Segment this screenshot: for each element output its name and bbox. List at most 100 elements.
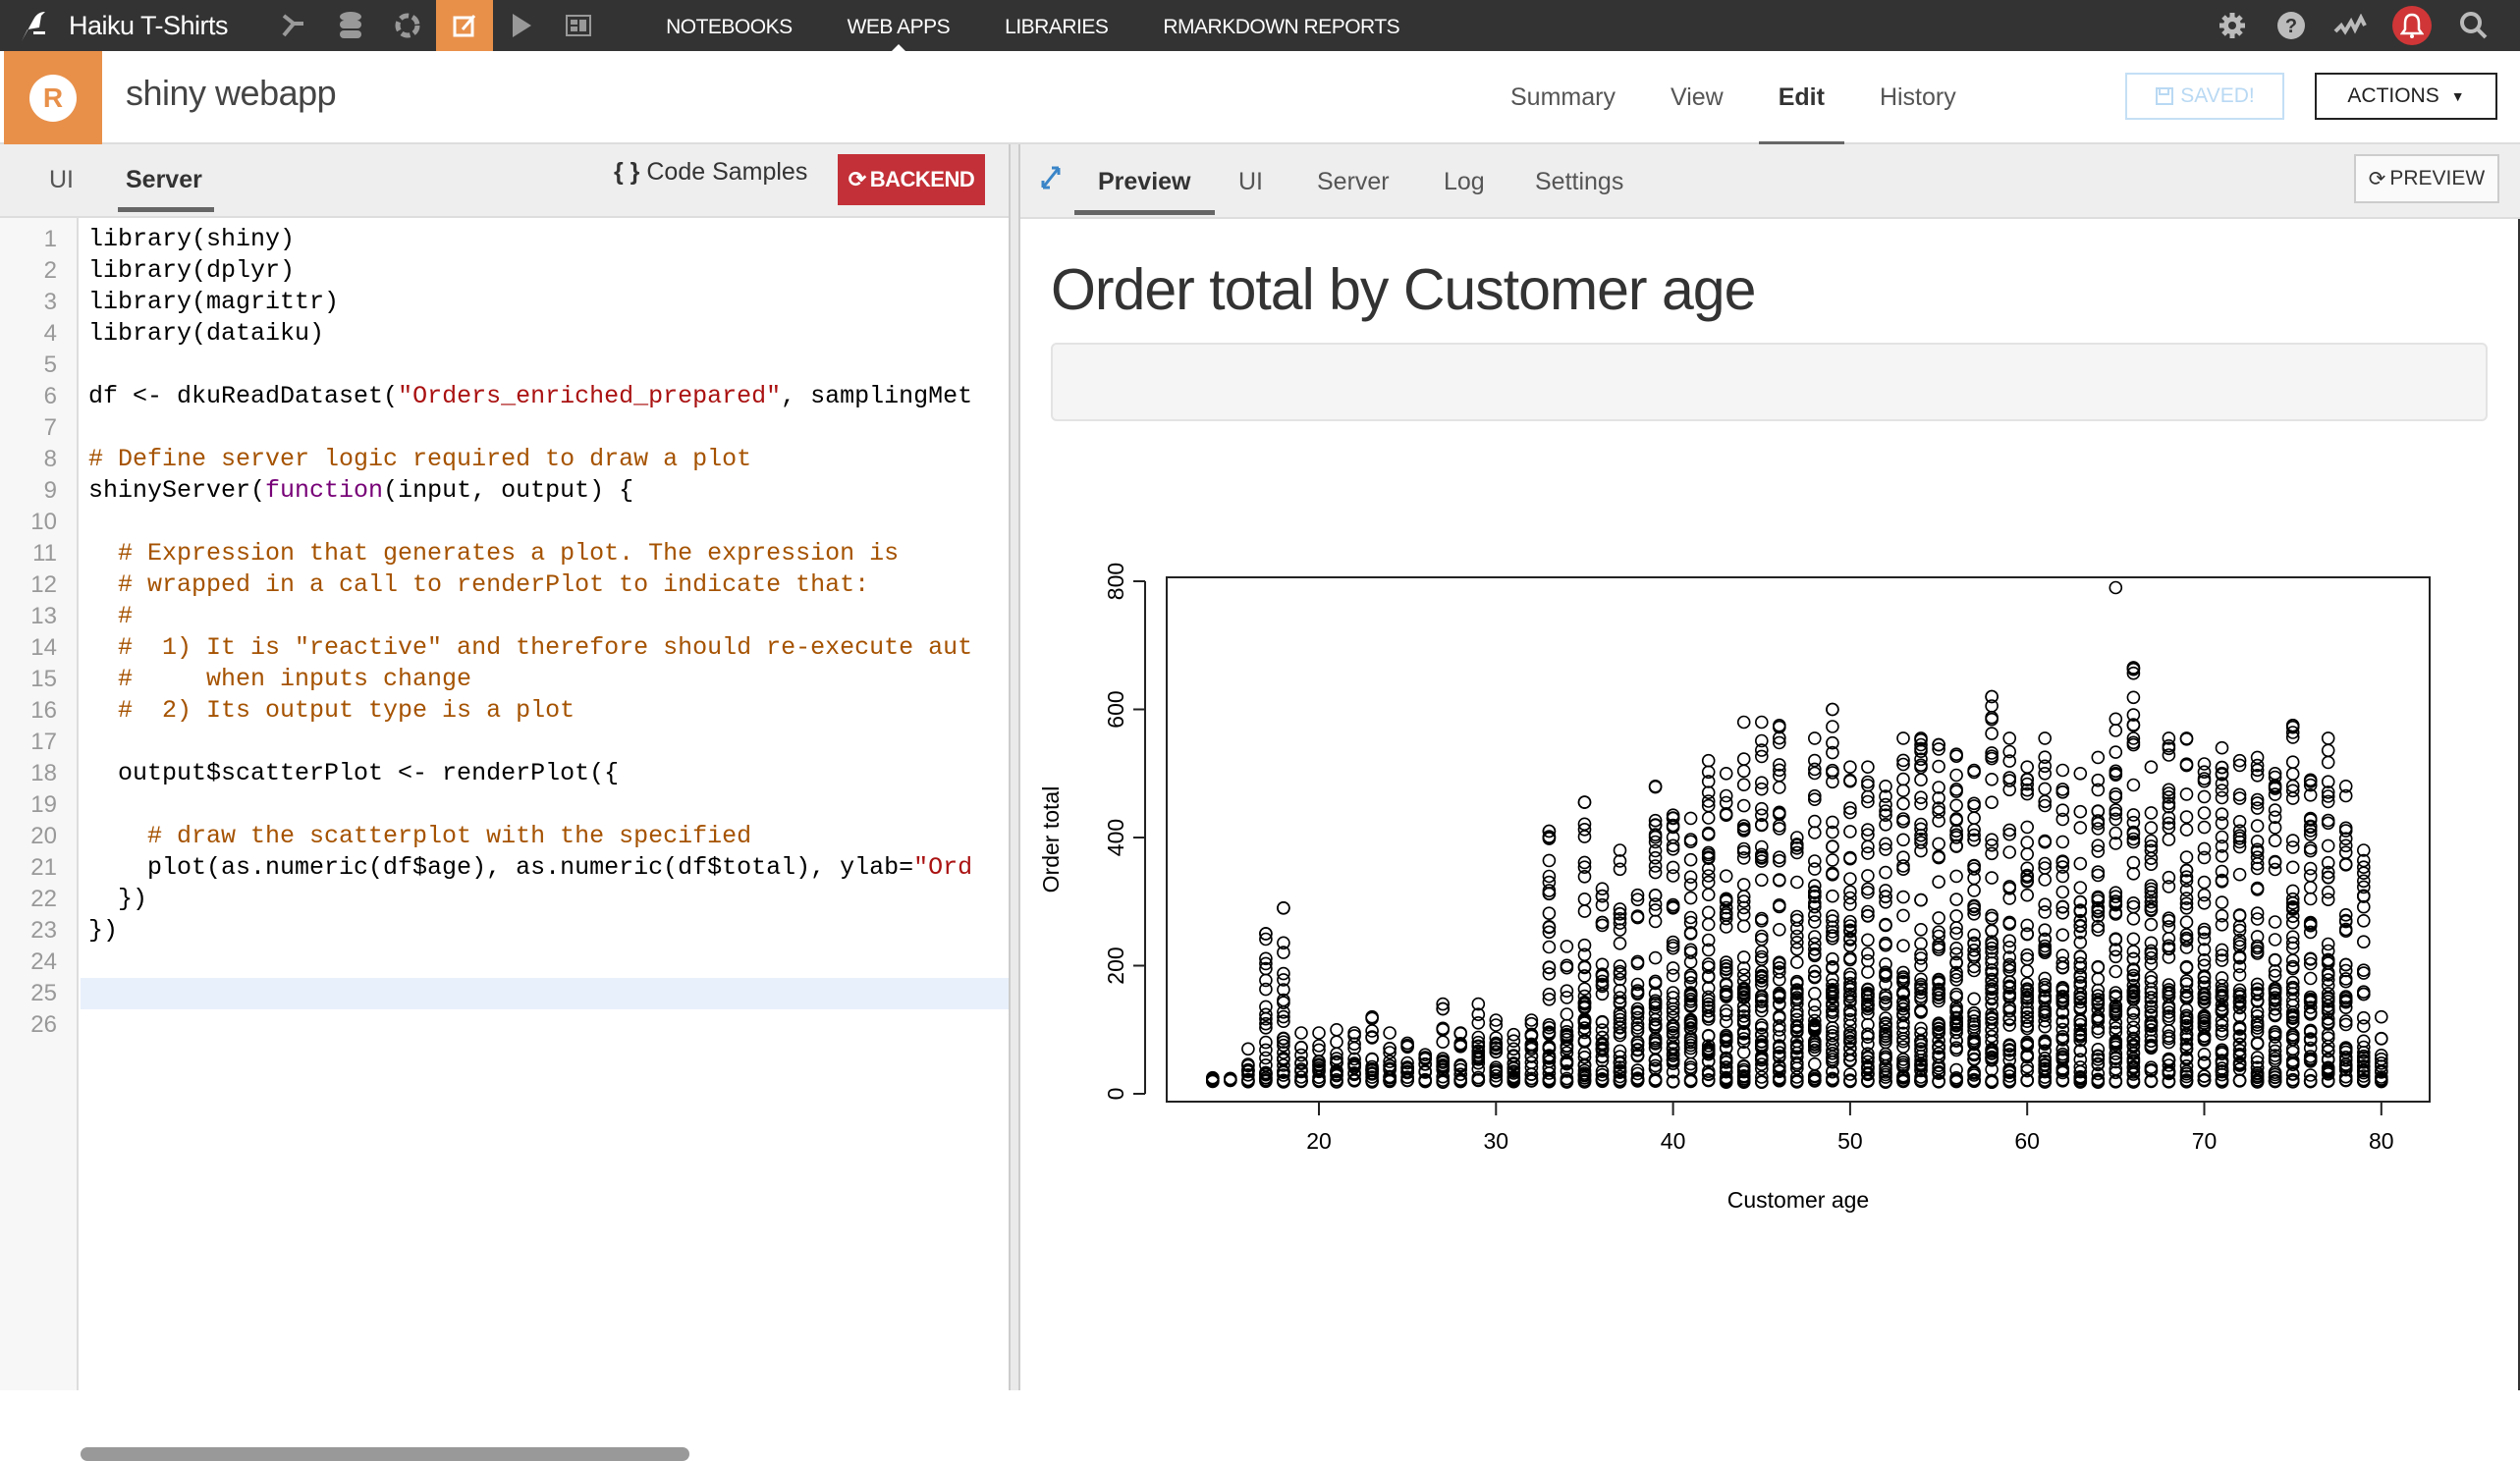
code-line[interactable]: 13 # — [0, 601, 1009, 632]
tab-edit[interactable]: Edit — [1751, 51, 1852, 146]
x-tick-label: 60 — [2014, 1128, 2040, 1154]
data-point — [2109, 745, 2123, 759]
code-line[interactable]: 5 — [0, 350, 1009, 381]
code-line[interactable]: 17 — [0, 727, 1009, 758]
tab-view[interactable]: View — [1643, 51, 1751, 144]
bell-icon[interactable] — [2392, 6, 2432, 45]
data-point — [2020, 836, 2034, 849]
line-number: 8 — [43, 446, 57, 472]
data-point — [2055, 835, 2070, 849]
data-point — [1967, 1006, 1981, 1020]
data-point — [1826, 720, 1839, 733]
code-line[interactable]: 24 — [0, 947, 1009, 978]
code-line[interactable]: 15 # when inputs change — [0, 664, 1009, 695]
line-number: 9 — [43, 477, 57, 504]
backend-restart-button[interactable]: ⟳ BACKEND — [838, 154, 985, 205]
code-line[interactable]: 25 — [0, 978, 1009, 1009]
data-point — [1754, 873, 1769, 888]
code-line[interactable]: 26 — [0, 1009, 1009, 1041]
actions-dropdown-button[interactable]: ACTIONS ▼ — [2315, 73, 2497, 120]
tab-summary[interactable]: Summary — [1483, 51, 1643, 144]
code-text: library(shiny) — [81, 224, 1009, 255]
webapp-title[interactable]: shiny webapp — [126, 73, 337, 114]
editor-tab-ui[interactable]: UI — [49, 166, 74, 194]
code-icon[interactable] — [436, 0, 494, 51]
saved-button[interactable]: SAVED! — [2125, 73, 2284, 120]
recipes-icon[interactable] — [379, 0, 436, 51]
search-icon[interactable] — [2457, 9, 2491, 42]
code-line[interactable]: 19 — [0, 789, 1009, 821]
code-token: # 2) Its output type is a plot — [88, 696, 575, 725]
project-name[interactable]: Haiku T-Shirts — [69, 11, 229, 41]
dashboards-icon[interactable] — [550, 0, 607, 51]
data-point — [1772, 922, 1786, 937]
code-line[interactable]: 22 }) — [0, 884, 1009, 915]
data-point — [1648, 950, 1663, 965]
x-axis: 20 30 40 50 60 70 80 — [1306, 1102, 2394, 1154]
data-point — [2020, 888, 2034, 902]
gear-icon[interactable] — [2216, 9, 2249, 42]
data-point — [2020, 760, 2034, 775]
data-point — [1985, 795, 1999, 810]
data-point — [1826, 702, 1839, 717]
code-line[interactable]: 1 library(shiny) — [0, 224, 1009, 255]
code-line[interactable]: 20 # draw the scatterplot with the speci… — [0, 821, 1009, 852]
code-line[interactable]: 11 # Expression that generates a plot. T… — [0, 538, 1009, 569]
nav-link-rmarkdown-reports[interactable]: RMARKDOWN REPORTS — [1163, 0, 1399, 51]
datasets-icon[interactable] — [322, 0, 379, 51]
code-token: library(shiny) — [88, 225, 296, 253]
code-editor[interactable]: 1 library(shiny) 2 library(dplyr) 3 library(m… — [0, 218, 1009, 1390]
data-point — [2002, 771, 2017, 785]
code-line[interactable]: 9 shinyServer(function(input, output) { — [0, 475, 1009, 507]
line-number: 6 — [43, 383, 57, 409]
data-point — [2002, 783, 2017, 797]
code-samples-button[interactable]: { } Code Samples — [614, 158, 807, 187]
data-point — [2303, 868, 2318, 883]
code-text: }) — [81, 915, 1009, 947]
code-line[interactable]: 2 library(dplyr) — [0, 255, 1009, 287]
y-axis: 0 200 400 600 800 — [1103, 563, 1146, 1100]
code-line[interactable]: 18 output$scatterPlot <- renderPlot({ — [0, 758, 1009, 789]
actions-label: ACTIONS — [2347, 84, 2439, 107]
line-number: 20 — [30, 823, 57, 849]
flow-icon[interactable] — [265, 0, 322, 51]
data-point — [1347, 1029, 1361, 1043]
data-point — [1807, 826, 1822, 839]
tab-history[interactable]: History — [1852, 51, 1984, 144]
code-line[interactable]: 3 library(magrittr) — [0, 287, 1009, 318]
line-number: 10 — [30, 509, 57, 535]
data-point — [2162, 950, 2176, 964]
nav-link-notebooks[interactable]: NOTEBOOKS — [666, 0, 793, 51]
data-point — [2215, 740, 2229, 755]
code-line[interactable]: 4 library(dataiku) — [0, 318, 1009, 350]
nav-link-web-apps[interactable]: WEB APPS — [848, 0, 951, 51]
editor-tab-server[interactable]: Server — [118, 166, 214, 212]
dataiku-logo[interactable] — [0, 0, 69, 51]
activity-icon[interactable] — [2333, 9, 2367, 42]
editor-horizontal-scrollbar[interactable] — [81, 1447, 689, 1461]
data-point — [2215, 895, 2229, 909]
data-point — [1861, 869, 1875, 883]
code-line[interactable]: 8 # Define server logic required to draw … — [0, 444, 1009, 475]
nav-link-libraries[interactable]: LIBRARIES — [1005, 0, 1109, 51]
code-line[interactable]: 7 — [0, 412, 1009, 444]
line-number: 4 — [43, 320, 57, 347]
code-line[interactable]: 10 — [0, 507, 1009, 538]
code-token: # wrapped in a call to renderPlot to ind… — [88, 570, 870, 599]
code-line[interactable]: 14 # 1) It is "reactive" and therefore s… — [0, 632, 1009, 664]
pane-splitter[interactable] — [1009, 144, 1020, 1390]
code-line[interactable]: 16 # 2) Its output type is a plot — [0, 695, 1009, 727]
data-point — [1949, 768, 1963, 783]
data-point — [1826, 889, 1839, 903]
data-point — [2055, 785, 2070, 799]
data-point — [1807, 862, 1822, 876]
code-line[interactable]: 21 plot(as.numeric(df$age), as.numeric(d… — [0, 852, 1009, 884]
help-icon[interactable]: ? — [2274, 9, 2308, 42]
code-line[interactable]: 23}) — [0, 915, 1009, 947]
jobs-icon[interactable] — [493, 0, 550, 51]
line-number: 17 — [30, 729, 57, 755]
data-point — [2179, 850, 2194, 864]
code-line[interactable]: 12 # wrapped in a call to renderPlot to … — [0, 569, 1009, 601]
code-line[interactable]: 6 df <- dkuReadDataset("Orders_enriched_p… — [0, 381, 1009, 412]
